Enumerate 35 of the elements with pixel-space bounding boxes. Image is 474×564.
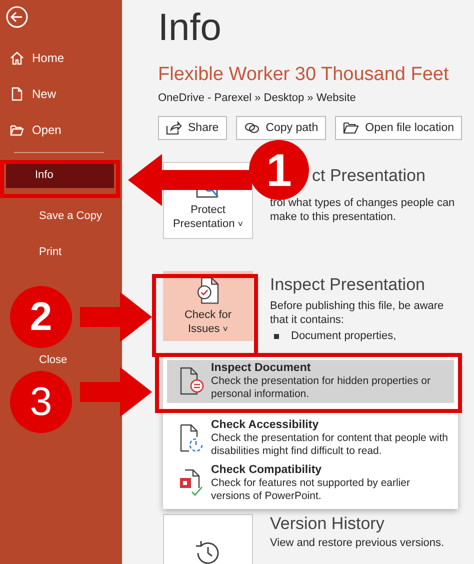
document-icon: [10, 87, 24, 101]
share-icon: [166, 121, 182, 135]
copy-path-button[interactable]: Copy path: [236, 116, 326, 140]
sidebar-item[interactable]: New: [0, 76, 122, 112]
menu-item[interactable]: Inspect Document Check the presentation for hidden properties or personal information.: [167, 360, 454, 403]
document-inspect-icon: [179, 366, 205, 396]
section-heading: ct Presentation: [312, 166, 426, 186]
folder-icon: [10, 123, 24, 137]
sidebar-item[interactable]: Home: [0, 40, 122, 76]
section-description: Before publishing this file, be aware that it contains:: [270, 299, 445, 327]
document-title: Flexible Worker 30 Thousand Feet: [158, 64, 450, 86]
document-compatibility-icon: [179, 468, 205, 498]
sidebar-item[interactable]: Close: [4, 350, 118, 370]
file-path: OneDrive - Parexel » Desktop » Website: [158, 92, 357, 104]
sidebar-item[interactable]: Info: [6, 163, 114, 188]
arrow-annotation: [80, 367, 152, 417]
section-description: View and restore previous versions.: [270, 536, 446, 550]
link-icon: [244, 121, 260, 135]
page-title: Info: [158, 6, 222, 50]
document-accessibility-icon: [179, 423, 205, 453]
share-button[interactable]: Share: [158, 116, 227, 140]
sidebar-item[interactable]: Print: [4, 234, 118, 270]
sidebar-item[interactable]: Save a Copy: [4, 198, 118, 234]
bullet-item: Document properties,: [270, 330, 458, 342]
menu-item[interactable]: Check Accessibility Check the presentation for content that people with disabilities might find difficult to read.: [163, 417, 458, 460]
section-heading: Version History: [270, 514, 386, 534]
home-icon: [10, 51, 24, 65]
step-number-badge: 1: [249, 140, 309, 200]
check-for-issues-button[interactable]: Check for Issues ˅: [163, 271, 253, 341]
arrow-annotation: [80, 292, 152, 342]
open-file-location-button[interactable]: Open file location: [335, 116, 462, 140]
folder-icon: [343, 121, 360, 135]
menu-item[interactable]: Check Compatibility Check for features not supported by earlier versions of PowerPoint.: [163, 462, 458, 505]
section-heading: Inspect Presentation: [270, 275, 426, 295]
sidebar-item[interactable]: Open: [0, 112, 122, 148]
